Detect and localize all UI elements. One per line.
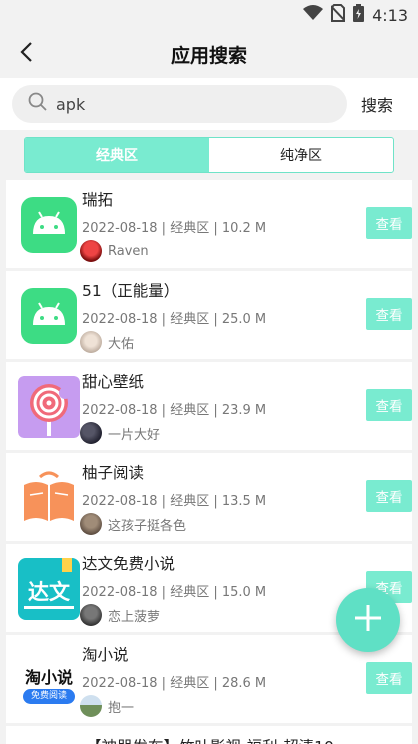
tab-bar: 经典区 纯净区	[24, 137, 394, 173]
app-name: 柚子阅读	[82, 464, 145, 482]
dawen-logo-text: 达文	[28, 580, 70, 604]
divider	[24, 606, 74, 609]
app-meta: 2022-08-18 | 经典区 | 25.0 M	[82, 312, 267, 327]
author-name: 一片大好	[108, 427, 161, 443]
android-icon	[18, 285, 80, 347]
view-button[interactable]: 查看	[366, 298, 412, 330]
author-row: 这孩子挺各色	[80, 513, 186, 535]
list-item[interactable]: 51（正能量） 2022-08-18 | 经典区 | 25.0 M 大佑 查看	[6, 271, 412, 359]
bookmark-icon	[62, 558, 72, 572]
page-title: 应用搜索	[170, 44, 247, 67]
list-item[interactable]: 柚子阅读 2022-08-18 | 经典区 | 13.5 M 这孩子挺各色 查看	[6, 453, 412, 541]
app-name: 达文免费小说	[82, 555, 176, 573]
search-icon	[28, 92, 48, 116]
app-meta: 2022-08-18 | 经典区 | 13.5 M	[82, 494, 267, 509]
tabs-container: 经典区 纯净区	[0, 130, 418, 180]
search-input[interactable]	[56, 94, 316, 114]
wifi-icon	[303, 5, 324, 25]
author-name: Raven	[108, 243, 149, 259]
avatar	[80, 695, 102, 717]
author-name: 大佑	[108, 336, 135, 352]
author-name: 恋上菠萝	[108, 609, 161, 625]
app-name: 甜心壁纸	[82, 373, 145, 391]
plus-icon	[353, 603, 383, 637]
author-row: 恋上菠萝	[80, 604, 160, 626]
title-bar: 应用搜索	[0, 30, 418, 78]
lollipop-icon	[18, 376, 80, 438]
logo-text: 淘小说	[24, 668, 73, 687]
search-button[interactable]: 搜索	[361, 92, 393, 116]
list-item[interactable]: 瑞拓 2022-08-18 | 经典区 | 10.2 M Raven 查看	[6, 180, 412, 268]
list-item[interactable]: 淘小说 免费阅读 淘小说 2022-08-18 | 经典区 | 28.6 M 抱…	[6, 635, 412, 723]
book-icon	[18, 467, 80, 529]
taoxiaoshuo-logo: 淘小说 免费阅读	[18, 649, 80, 711]
search-row: 搜索	[0, 78, 418, 130]
avatar	[80, 331, 102, 353]
author-name: 这孩子挺各色	[108, 518, 187, 534]
tab-pure[interactable]: 纯净区	[209, 138, 393, 172]
add-button[interactable]	[336, 588, 400, 652]
list-item[interactable]: 【神器发布】竹叶影视-福利-超清10	[6, 726, 412, 744]
tab-classic[interactable]: 经典区	[25, 138, 209, 172]
author-row: 一片大好	[80, 422, 160, 444]
back-arrow-icon	[19, 41, 33, 67]
status-icons: 4:13	[303, 4, 408, 26]
avatar	[80, 513, 102, 535]
view-button[interactable]: 查看	[366, 662, 412, 694]
avatar	[80, 422, 102, 444]
author-row: 大佑	[80, 331, 134, 353]
no-sim-icon	[330, 4, 346, 26]
status-time: 4:13	[372, 5, 408, 25]
avatar	[80, 604, 102, 626]
view-button[interactable]: 查看	[366, 389, 412, 421]
view-button[interactable]: 查看	[366, 207, 412, 239]
list-item[interactable]: 甜心壁纸 2022-08-18 | 经典区 | 23.9 M 一片大好 查看	[6, 362, 412, 450]
avatar	[80, 240, 102, 262]
app-name: 【神器发布】竹叶影视-福利-超清10	[86, 735, 334, 744]
author-row: Raven	[80, 240, 149, 262]
author-row: 抱一	[80, 695, 134, 717]
app-meta: 2022-08-18 | 经典区 | 10.2 M	[82, 221, 267, 236]
status-bar: 4:13	[0, 0, 418, 30]
app-meta: 2022-08-18 | 经典区 | 28.6 M	[82, 676, 267, 691]
android-icon	[18, 194, 80, 256]
app-meta: 2022-08-18 | 经典区 | 15.0 M	[82, 585, 267, 600]
view-button[interactable]: 查看	[366, 480, 412, 512]
app-name: 瑞拓	[82, 191, 114, 209]
app-meta: 2022-08-18 | 经典区 | 23.9 M	[82, 403, 267, 418]
dawen-logo: 达文	[18, 558, 80, 620]
search-box[interactable]	[12, 85, 347, 123]
free-read-badge: 免费阅读	[23, 689, 75, 704]
battery-icon	[353, 4, 365, 26]
author-name: 抱一	[108, 700, 135, 716]
app-name: 淘小说	[82, 646, 129, 664]
app-name: 51（正能量）	[82, 282, 180, 300]
back-button[interactable]	[10, 38, 42, 70]
app-list: 瑞拓 2022-08-18 | 经典区 | 10.2 M Raven 查看 51…	[6, 180, 412, 744]
